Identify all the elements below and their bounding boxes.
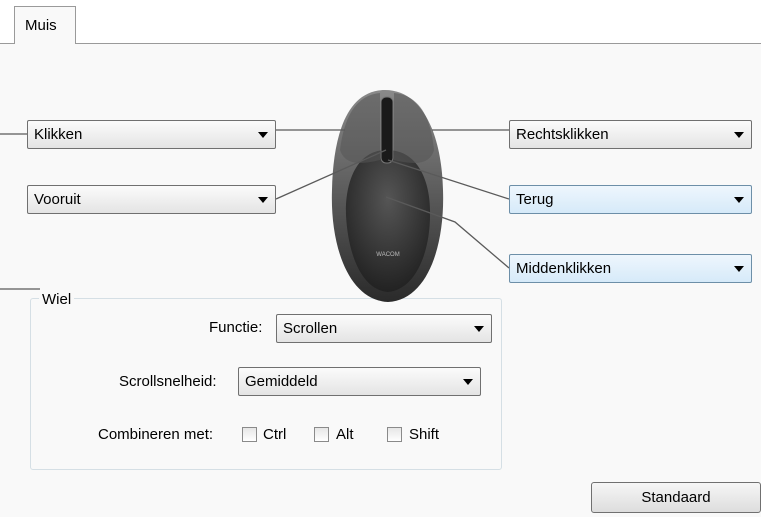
forward-dropdown[interactable]: Vooruit (27, 185, 276, 214)
scroll-speed-value: Gemiddeld (245, 373, 318, 390)
chevron-down-icon (734, 132, 744, 138)
back-value: Terug (516, 191, 554, 208)
forward-value: Vooruit (34, 191, 81, 208)
middle-click-value: Middenklikken (516, 260, 612, 277)
function-value: Scrollen (283, 320, 338, 337)
right-click-value: Rechtsklikken (516, 126, 609, 143)
middle-click-dropdown[interactable]: Middenklikken (509, 254, 752, 283)
function-dropdown[interactable]: Scrollen (276, 314, 492, 343)
left-click-value: Klikken (34, 126, 83, 143)
chevron-down-icon (474, 326, 484, 332)
back-dropdown[interactable]: Terug (509, 185, 752, 214)
tab-label: Muis (25, 17, 57, 34)
right-click-dropdown[interactable]: Rechtsklikken (509, 120, 752, 149)
chevron-down-icon (258, 132, 268, 138)
chevron-down-icon (734, 197, 744, 203)
scroll-speed-dropdown[interactable]: Gemiddeld (238, 367, 481, 396)
wheel-group-title: Wiel (39, 291, 75, 308)
wacom-logo: WACOM (376, 252, 399, 258)
chevron-down-icon (463, 379, 473, 385)
mouse-icon: WACOM (331, 90, 444, 302)
left-click-dropdown[interactable]: Klikken (27, 120, 276, 149)
tab-muis[interactable]: Muis (14, 6, 76, 44)
chevron-down-icon (734, 266, 744, 272)
chevron-down-icon (258, 197, 268, 203)
